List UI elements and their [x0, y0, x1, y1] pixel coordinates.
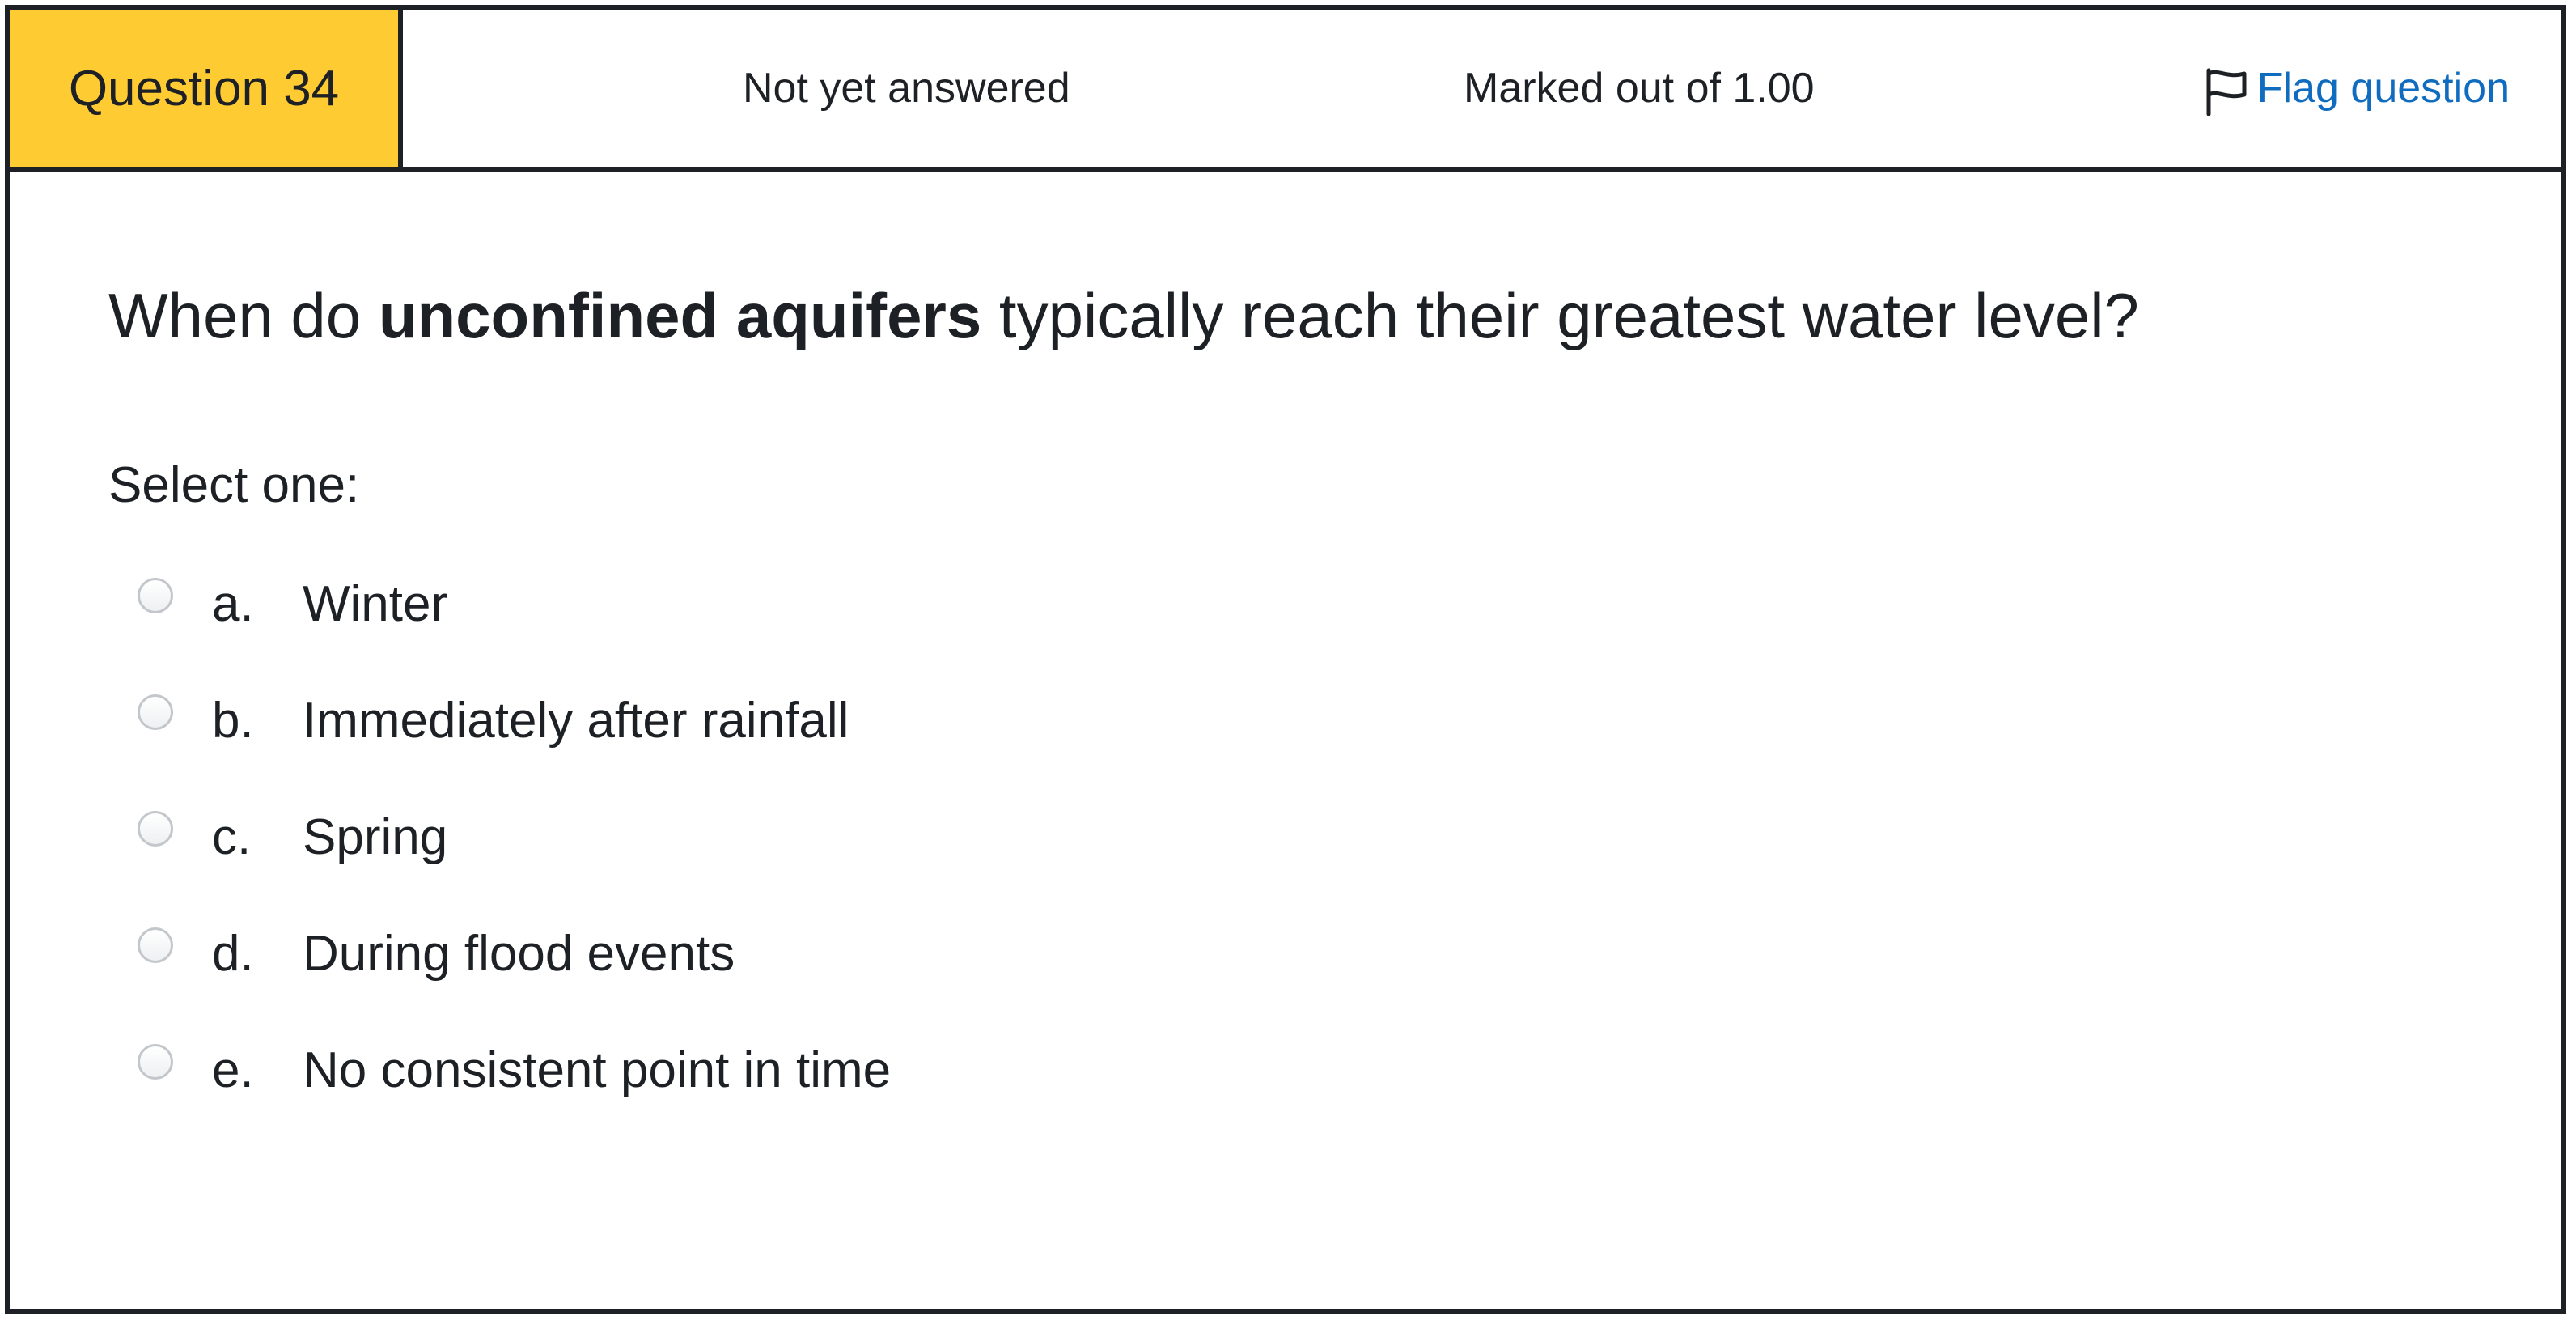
- radio-icon[interactable]: [138, 927, 173, 963]
- question-text: When do unconfined aquifers typically re…: [108, 275, 2468, 356]
- question-text-bold: unconfined aquifers: [378, 280, 982, 351]
- answer-text: No consistent point in time: [303, 1042, 892, 1098]
- question-grade: Marked out of 1.00: [1464, 65, 1815, 112]
- answer-option-d[interactable]: d. During flood events: [108, 895, 2468, 1012]
- answer-text: Immediately after rainfall: [303, 692, 849, 749]
- select-one-prompt: Select one:: [108, 457, 360, 513]
- answer-text: During flood events: [303, 925, 735, 982]
- answer-list: a. Winter b. Immediately after rainfall …: [108, 545, 2468, 1128]
- answer-letter: a.: [212, 575, 254, 632]
- radio-icon[interactable]: [138, 578, 173, 613]
- radio-icon[interactable]: [138, 1044, 173, 1080]
- answer-letter: d.: [212, 925, 254, 982]
- question-info-header: Question 34 Not yet answered Marked out …: [10, 10, 2561, 172]
- answer-option-e[interactable]: e. No consistent point in time: [108, 1012, 2468, 1128]
- answer-text: Winter: [303, 575, 448, 632]
- question-text-after: typically reach their greatest water lev…: [981, 280, 2139, 351]
- radio-icon[interactable]: [138, 694, 173, 730]
- answer-text: Spring: [303, 808, 448, 865]
- question-status: Not yet answered: [743, 65, 1070, 112]
- question-number: Question 34: [10, 10, 403, 167]
- flag-question-link[interactable]: Flag question: [2204, 10, 2510, 167]
- question-content: When do unconfined aquifers typically re…: [108, 275, 2468, 1128]
- answer-letter: e.: [212, 1042, 254, 1098]
- answer-option-b[interactable]: b. Immediately after rainfall: [108, 662, 2468, 779]
- answer-letter: c.: [212, 808, 252, 865]
- answer-letter: b.: [212, 692, 254, 749]
- answer-option-a[interactable]: a. Winter: [108, 545, 2468, 662]
- question-text-before: When do: [108, 280, 379, 351]
- flag-question-label: Flag question: [2256, 65, 2510, 112]
- answer-option-c[interactable]: c. Spring: [108, 779, 2468, 895]
- radio-icon[interactable]: [138, 811, 173, 847]
- flag-icon: [2204, 67, 2249, 117]
